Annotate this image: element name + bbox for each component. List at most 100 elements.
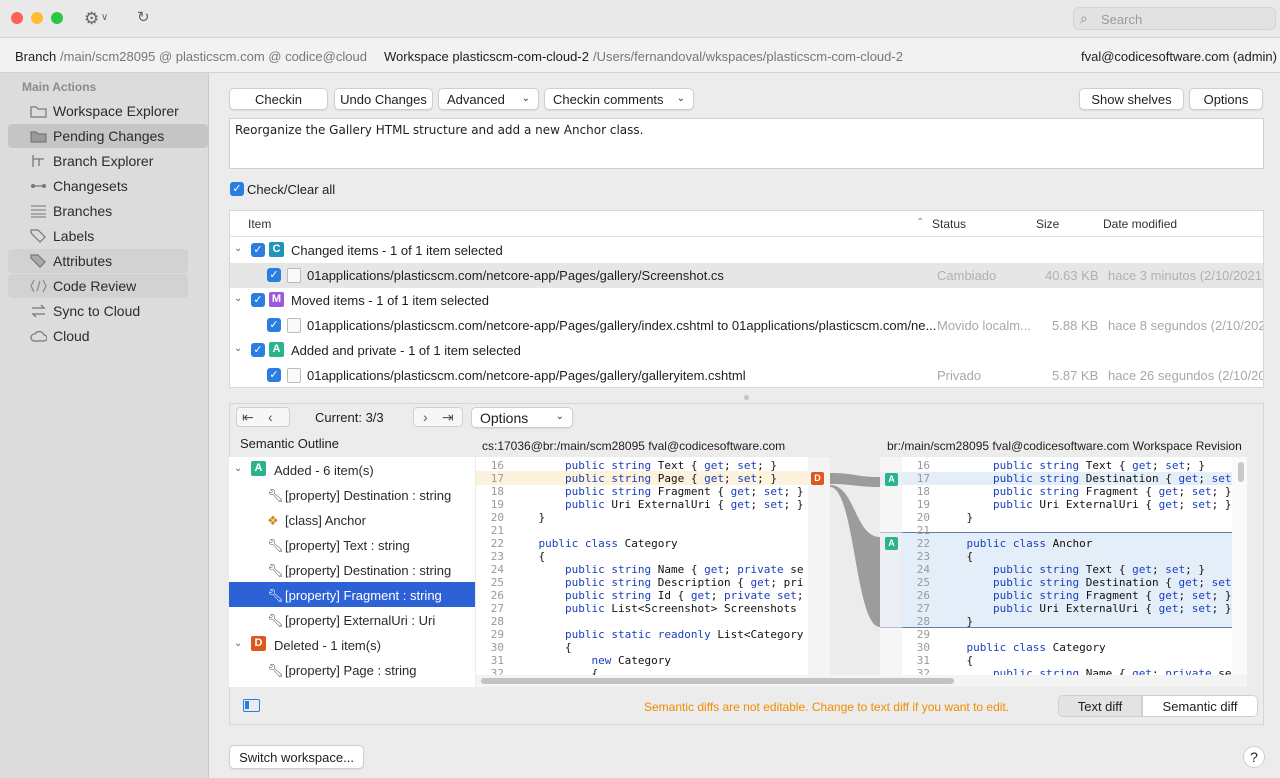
splitter-handle[interactable]	[744, 395, 749, 400]
help-button[interactable]: ?	[1243, 746, 1265, 768]
branch-label: Branch	[15, 49, 57, 64]
diff-options-dropdown[interactable]: Options ⌄	[471, 407, 573, 428]
scrollbar-thumb[interactable]	[481, 678, 954, 684]
next-change-icon[interactable]: ›	[423, 409, 428, 425]
column-header-size[interactable]: Size	[1036, 217, 1059, 231]
minimize-window-button[interactable]	[31, 12, 43, 24]
left-code-pane[interactable]: D 16 17 18 19 20 21 22 23 24 25 26 27 28 29 30 31 32 pub…	[476, 457, 830, 675]
semantic-diff-toggle[interactable]: Semantic diff	[1142, 695, 1258, 717]
chevron-down-icon[interactable]: ⌄	[234, 293, 242, 304]
group-label: Moved items - 1 of 1 item selected	[291, 293, 489, 308]
line-number: 24	[490, 563, 504, 576]
outline-item[interactable]: 🔧︎ [property] Text : string	[229, 532, 475, 557]
column-header-status[interactable]: Status	[932, 217, 966, 231]
outline-item-selected[interactable]: 🔧︎ [property] Fragment : string	[229, 582, 475, 607]
code-line: public string Text { get; set; }	[992, 563, 1205, 576]
line-number: 18	[916, 485, 930, 498]
table-row[interactable]: ✓ 01applications/plasticscm.com/netcore-…	[230, 263, 1264, 288]
diff-connector	[830, 473, 880, 627]
current-change-counter: Current: 3/3	[315, 410, 384, 425]
zoom-window-button[interactable]	[51, 12, 63, 24]
wrench-icon: 🔧︎	[267, 563, 284, 578]
code-line: public string Name { get; private se	[564, 563, 804, 576]
checkin-comment-textarea[interactable]: Reorganize the Gallery HTML structure an…	[229, 118, 1264, 169]
code-line: public List<Screenshot> Screenshots	[564, 602, 797, 615]
outline-item[interactable]: 🔧︎ [property] Destination : string	[229, 482, 475, 507]
code-line: {	[512, 667, 599, 675]
horizontal-scrollbar[interactable]	[476, 675, 1247, 687]
check-all-checkbox[interactable]: ✓	[230, 182, 244, 196]
file-checkbox[interactable]: ✓	[267, 368, 281, 382]
undo-changes-button[interactable]: Undo Changes	[334, 88, 433, 110]
sidebar-item-attributes[interactable]: Attributes	[8, 249, 188, 273]
group-row-changed[interactable]: ⌄ ✓ C Changed items - 1 of 1 item select…	[230, 238, 1263, 263]
checkin-comments-dropdown[interactable]: Checkin comments ⌄	[544, 88, 694, 110]
group-checkbox[interactable]: ✓	[251, 293, 265, 307]
chevron-down-icon[interactable]: ∨	[101, 12, 108, 23]
outline-item[interactable]: ❖ [class] Anchor	[229, 507, 475, 532]
sidebar-item-branch-explorer[interactable]: Branch Explorer	[8, 149, 208, 173]
outline-item[interactable]: 🔧︎ [property] Destination : string	[229, 557, 475, 582]
search-input[interactable]: ⌕ Search	[1073, 7, 1276, 30]
sidebar-item-workspace-explorer[interactable]: Workspace Explorer	[8, 99, 208, 123]
outline-item[interactable]: 🔧︎ [property] Page : string	[229, 657, 475, 682]
file-path: 01applications/plasticscm.com/netcore-ap…	[307, 318, 937, 333]
wrench-icon: 🔧︎	[267, 588, 284, 603]
line-number: 20	[916, 511, 930, 524]
right-code-pane[interactable]: A A 16 17 18 19 20 21 22 23 24 25 26 27 28 29 30 31 32 p…	[880, 457, 1232, 675]
column-header-date[interactable]: Date modified	[1103, 217, 1177, 231]
file-date: hace 3 minutos (2/10/2021 1	[1108, 268, 1264, 283]
table-row[interactable]: ✓ 01applications/plasticscm.com/netcore-…	[230, 313, 1263, 338]
switch-workspace-button[interactable]: Switch workspace...	[229, 745, 364, 769]
group-checkbox[interactable]: ✓	[251, 343, 265, 357]
outline-group-deleted[interactable]: ⌄ D Deleted - 1 item(s)	[229, 632, 475, 657]
chevron-down-icon[interactable]: ⌄	[234, 343, 242, 354]
outline-item[interactable]: 🔧︎ [property] ExternalUri : Uri	[229, 607, 475, 632]
previous-change-icon[interactable]: ‹	[268, 409, 273, 425]
code-line: public string Page { get; set; }	[564, 472, 777, 485]
scrollbar-thumb[interactable]	[1238, 462, 1244, 482]
sidebar-item-sync-to-cloud[interactable]: Sync to Cloud	[8, 299, 208, 323]
chevron-down-icon[interactable]: ⌄	[234, 638, 242, 649]
group-checkbox[interactable]: ✓	[251, 243, 265, 257]
outline-group-added[interactable]: ⌄ A Added - 6 item(s)	[229, 457, 475, 482]
text-diff-toggle[interactable]: Text diff	[1058, 695, 1142, 717]
close-window-button[interactable]	[11, 12, 23, 24]
advanced-dropdown[interactable]: Advanced ⌄	[438, 88, 539, 110]
show-shelves-button[interactable]: Show shelves	[1079, 88, 1184, 110]
tag-icon	[30, 229, 46, 243]
file-checkbox[interactable]: ✓	[267, 318, 281, 332]
search-placeholder: Search	[1101, 12, 1143, 27]
last-change-icon[interactable]: ⇥	[442, 409, 454, 426]
gear-icon[interactable]: ⚙	[84, 9, 99, 29]
sidebar-toggle-icon[interactable]	[243, 699, 260, 712]
workspace-label: Workspace plasticscm-com-cloud-2	[384, 49, 589, 64]
file-checkbox[interactable]: ✓	[267, 268, 281, 282]
right-vertical-scrollbar[interactable]	[1232, 457, 1247, 675]
code-line: public Uri ExternalUri { get; set; }	[992, 602, 1232, 615]
sidebar-item-changesets[interactable]: Changesets	[8, 174, 208, 198]
code-line: public class Anchor	[966, 537, 1093, 550]
sort-ascending-icon[interactable]: ⌃	[916, 217, 924, 228]
column-header-item[interactable]: Item	[248, 217, 271, 231]
refresh-icon[interactable]: ↻	[137, 8, 150, 26]
table-row[interactable]: ✓ 01applications/plasticscm.com/netcore-…	[230, 363, 1263, 387]
right-gutter	[880, 457, 902, 675]
group-row-added[interactable]: ⌄ ✓ A Added and private - 1 of 1 item se…	[230, 338, 1263, 363]
group-row-moved[interactable]: ⌄ ✓ M Moved items - 1 of 1 item selected	[230, 288, 1263, 313]
sidebar-item-pending-changes[interactable]: Pending Changes	[8, 124, 208, 148]
outline-label: [class] Anchor	[285, 513, 366, 528]
sidebar-item-labels[interactable]: Labels	[8, 224, 208, 248]
group-label: Added and private - 1 of 1 item selected	[291, 343, 521, 358]
code-line: public string Text { get; set; }	[992, 459, 1205, 472]
checkin-button[interactable]: Checkin	[229, 88, 328, 110]
options-button[interactable]: Options	[1189, 88, 1263, 110]
chevron-down-icon[interactable]: ⌄	[234, 243, 242, 254]
sidebar-item-code-review[interactable]: Code Review	[8, 274, 188, 298]
sidebar-item-branches[interactable]: Branches	[8, 199, 208, 223]
moved-badge-icon: M	[269, 292, 284, 307]
chevron-down-icon[interactable]: ⌄	[234, 463, 242, 474]
line-number: 25	[490, 576, 504, 589]
sidebar-item-cloud[interactable]: Cloud	[8, 324, 208, 348]
first-change-icon[interactable]: ⇤	[242, 409, 254, 426]
